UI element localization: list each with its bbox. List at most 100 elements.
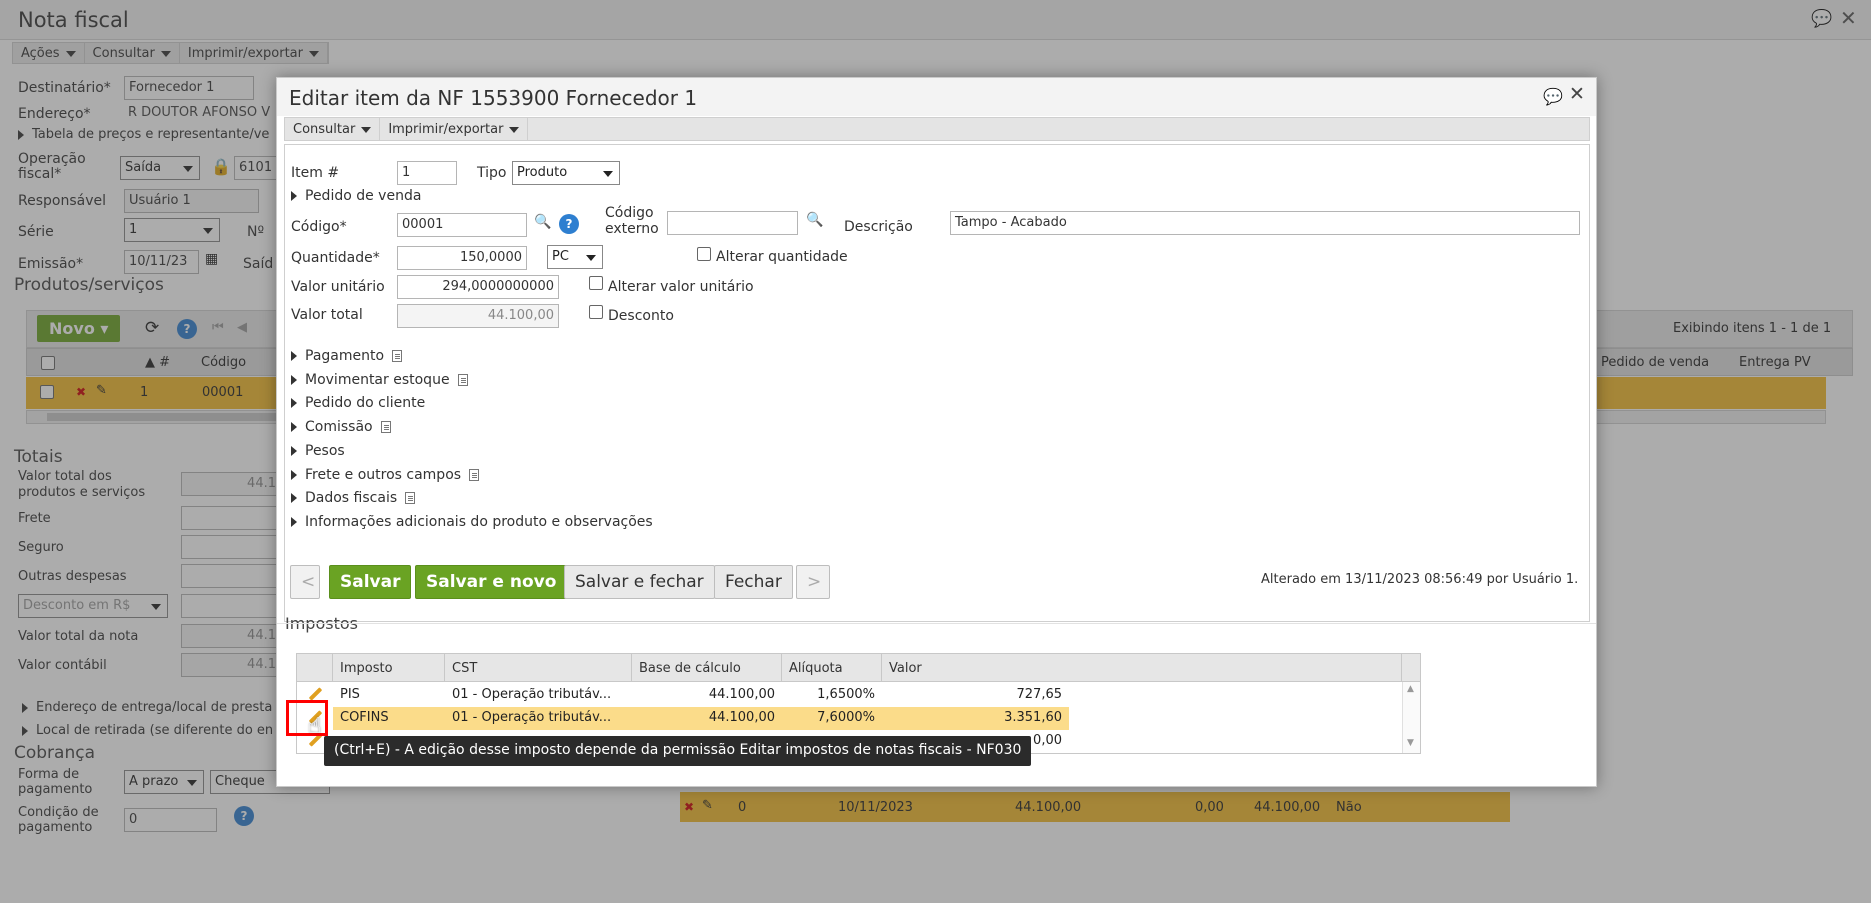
desconto-label: Desconto (608, 308, 674, 324)
alterar-valor-unitario-checkbox[interactable] (589, 276, 603, 290)
expand-icon (291, 517, 297, 527)
section-movimentar-estoque[interactable]: Movimentar estoque (291, 372, 468, 388)
row-aliquota: 1,6500% (817, 687, 875, 702)
previous-button[interactable]: < (290, 565, 320, 599)
col-base-header[interactable]: Base de cálculo (632, 654, 782, 682)
fechar-button[interactable]: Fechar (714, 565, 793, 599)
alterado-info: Alterado em 13/11/2023 08:56:49 por Usuá… (1261, 572, 1579, 587)
note-icon (457, 374, 468, 386)
col-imposto-header[interactable]: Imposto (333, 654, 445, 682)
desconto-checkbox[interactable] (589, 305, 603, 319)
valor-total-label: Valor total (291, 307, 363, 323)
menu-consultar-label: Consultar (293, 122, 356, 137)
section-pedido-cliente[interactable]: Pedido do cliente (291, 395, 425, 411)
row-valor: 727,65 (1016, 687, 1063, 702)
row-aliquota: 7,6000% (817, 710, 875, 725)
section-comissao[interactable]: Comissão (291, 419, 391, 435)
col-aliquota-header[interactable]: Alíquota (782, 654, 882, 682)
section-comissao-label: Comissão (305, 419, 373, 435)
help-icon[interactable]: ? (559, 214, 579, 234)
pedido-venda-toggle[interactable]: Pedido de venda (291, 188, 421, 204)
vertical-scrollbar[interactable]: ▲ ▼ (1402, 682, 1420, 753)
search-icon[interactable]: 🔍 (534, 214, 551, 230)
section-pesos-label: Pesos (305, 443, 345, 459)
row-base: 44.100,00 (708, 710, 775, 725)
alterar-quantidade-checkbox[interactable] (697, 247, 711, 261)
row-cst: 01 - Operação tributáv... (452, 687, 612, 702)
item-field[interactable]: 1 (397, 161, 457, 185)
close-icon[interactable]: ✕ (1569, 83, 1585, 105)
quantidade-label: Quantidade* (291, 250, 380, 266)
section-movimentar-estoque-label: Movimentar estoque (305, 372, 450, 388)
valor-unitario-field[interactable]: 294,0000000000 (397, 275, 559, 299)
col-spacer-header (1402, 654, 1420, 682)
unidade-select[interactable]: PC (547, 245, 603, 269)
editar-item-modal: Editar item da NF 1553900 Fornecedor 1 💬… (276, 77, 1597, 787)
tipo-select[interactable]: Produto (512, 161, 620, 185)
valor-unitario-label: Valor unitário (291, 279, 385, 295)
expand-icon (291, 446, 297, 456)
section-frete[interactable]: Frete e outros campos (291, 467, 480, 483)
chevron-down-icon (509, 126, 520, 133)
menu-imprimir-label: Imprimir/exportar (388, 122, 504, 137)
expand-icon (291, 398, 297, 408)
col-edit-header (297, 654, 333, 682)
alterar-quantidade-label: Alterar quantidade (716, 249, 848, 265)
salvar-button[interactable]: Salvar (329, 565, 412, 599)
col-cst-header[interactable]: CST (445, 654, 632, 682)
menu-consultar[interactable]: Consultar (285, 118, 381, 140)
row-cst: 01 - Operação tributáv... (452, 710, 612, 725)
section-pesos[interactable]: Pesos (291, 443, 345, 459)
section-pedido-cliente-label: Pedido do cliente (305, 395, 426, 411)
row-imposto: PIS (340, 687, 360, 702)
expand-icon (291, 493, 297, 503)
row-valor: 3.351,60 (1004, 710, 1062, 725)
salvar-e-fechar-button[interactable]: Salvar e fechar (564, 565, 715, 599)
section-informacoes-label: Informações adicionais do produto e obse… (305, 514, 653, 530)
note-icon (405, 492, 416, 504)
row-base: 44.100,00 (708, 687, 775, 702)
hand-cursor-icon: ☝ (308, 714, 322, 739)
highlight-box (286, 700, 328, 736)
scroll-down-icon[interactable]: ▼ (1407, 738, 1414, 748)
pedido-venda-label: Pedido de venda (305, 188, 422, 204)
section-informacoes-adicionais[interactable]: Informações adicionais do produto e obse… (291, 514, 653, 530)
item-label: Item # (291, 165, 340, 181)
edit-tax-tooltip: (Ctrl+E) - A edição desse imposto depend… (324, 736, 1032, 766)
note-icon (469, 469, 480, 481)
descricao-label: Descrição (844, 219, 913, 235)
codigo-externo-label-line2: externo (605, 221, 659, 237)
modal-menubar: Consultar Imprimir/exportar (284, 117, 1590, 141)
note-icon (380, 421, 391, 433)
section-dados-fiscais[interactable]: Dados fiscais (291, 490, 416, 506)
quantidade-field[interactable]: 150,0000 (397, 246, 527, 270)
expand-icon (291, 351, 297, 361)
modal-header: Editar item da NF 1553900 Fornecedor 1 💬… (277, 78, 1596, 116)
tipo-label: Tipo (477, 165, 507, 181)
next-button[interactable]: > (796, 565, 830, 599)
expand-icon (291, 191, 297, 201)
codigo-label: Código* (291, 219, 347, 235)
section-frete-label: Frete e outros campos (305, 467, 462, 483)
expand-icon (291, 470, 297, 480)
modal-body: Item # 1 Tipo Produto Pedido de venda Có… (284, 144, 1590, 622)
valor-total-field[interactable]: 44.100,00 (397, 304, 559, 328)
chat-icon[interactable]: 💬 (1543, 87, 1563, 106)
expand-icon (291, 375, 297, 385)
modal-title: Editar item da NF 1553900 Fornecedor 1 (289, 86, 698, 110)
salvar-e-novo-button[interactable]: Salvar e novo (415, 565, 568, 599)
alterar-valor-unitario-label: Alterar valor unitário (608, 279, 754, 295)
expand-icon (291, 422, 297, 432)
section-pagamento[interactable]: Pagamento (291, 348, 403, 364)
codigo-externo-field[interactable] (667, 211, 798, 235)
search-icon[interactable]: 🔍 (806, 212, 823, 228)
codigo-field[interactable]: 00001 (397, 213, 527, 237)
chevron-down-icon (361, 126, 372, 133)
section-dados-fiscais-label: Dados fiscais (305, 490, 398, 506)
col-valor-header[interactable]: Valor (882, 654, 1402, 682)
descricao-field[interactable]: Tampo - Acabado (950, 211, 1580, 235)
section-pagamento-label: Pagamento (305, 348, 385, 364)
menu-imprimir-exportar[interactable]: Imprimir/exportar (380, 118, 529, 140)
scroll-up-icon[interactable]: ▲ (1407, 684, 1414, 694)
codigo-externo-label: Código externo (605, 205, 659, 237)
